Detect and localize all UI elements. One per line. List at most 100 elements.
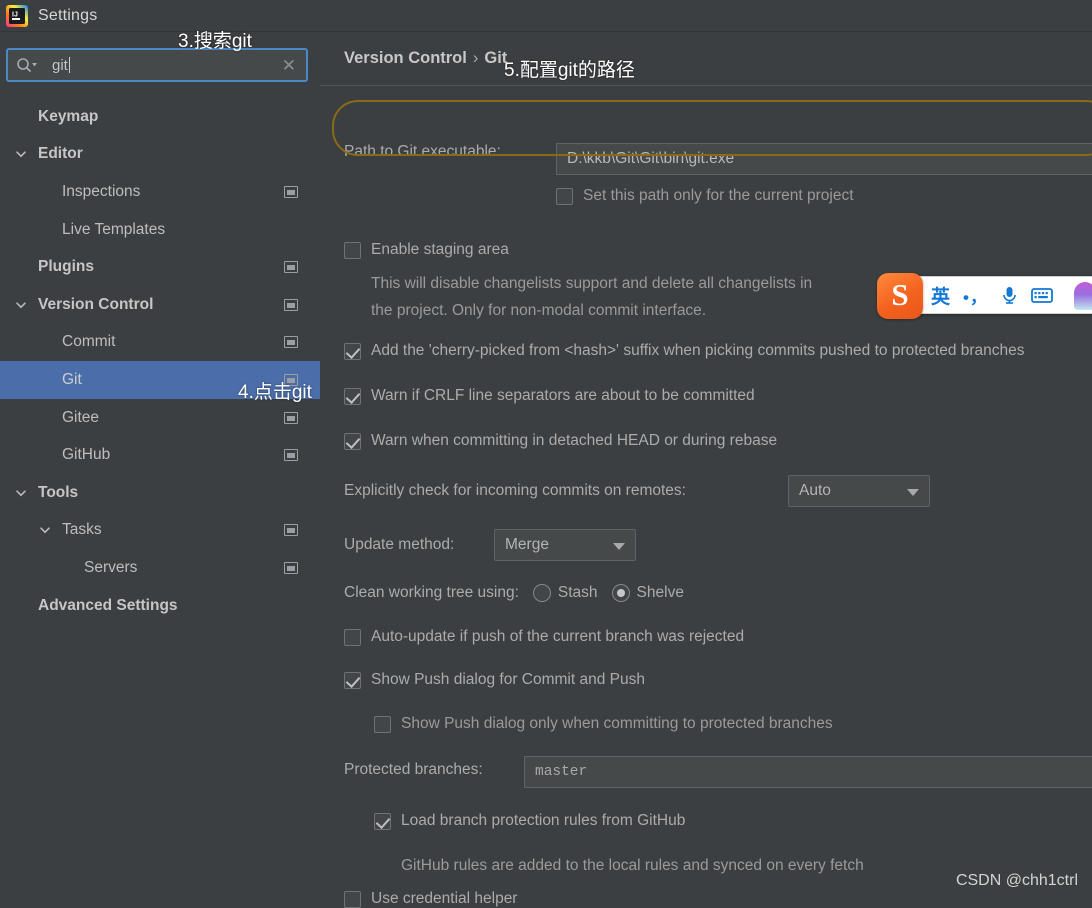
modified-marker-icon [284, 261, 298, 274]
breadcrumb-separator: › [472, 49, 479, 67]
show-push-protected-row[interactable]: Show Push dialog only when committing to… [374, 715, 833, 733]
sidebar-item-label: Version Control [38, 295, 154, 313]
protected-branches-value: master [535, 764, 588, 780]
load-branch-rules-checkbox[interactable] [374, 812, 391, 830]
update-method-dropdown[interactable]: Merge [494, 529, 636, 561]
clear-icon[interactable]: ✕ [282, 57, 300, 74]
enable-staging-area-row[interactable]: Enable staging area [344, 241, 509, 259]
sidebar-item-version-control[interactable]: Version Control [0, 286, 320, 324]
modified-marker-icon [284, 561, 298, 574]
git-path-value: D:\kkb\Git\Git\bin\git.exe [567, 150, 735, 167]
microphone-icon[interactable] [1001, 285, 1018, 305]
warn-crlf-checkbox[interactable] [344, 387, 361, 405]
sidebar-item-plugins[interactable]: Plugins [0, 248, 320, 286]
sidebar-item-label: Keymap [38, 107, 99, 125]
modified-marker-icon [284, 185, 298, 198]
keyboard-icon[interactable] [1031, 287, 1053, 304]
ime-punctuation-toggle[interactable]: •， [963, 283, 988, 308]
svg-text:IJ: IJ [12, 11, 18, 18]
enable-staging-area-label: Enable staging area [371, 241, 509, 258]
sidebar-item-tools[interactable]: Tools [0, 474, 320, 512]
warn-crlf-label: Warn if CRLF line separators are about t… [371, 387, 755, 404]
sogou-logo-icon[interactable]: S [877, 273, 923, 319]
cherry-picked-label: Add the 'cherry-picked from <hash>' suff… [371, 342, 1025, 359]
update-method-value: Merge [505, 536, 549, 553]
cherry-picked-checkbox[interactable] [344, 342, 361, 360]
breadcrumb: Version Control › Git [344, 49, 507, 68]
auto-update-rejected-row[interactable]: Auto-update if push of the current branc… [344, 628, 744, 646]
chevron-down-icon[interactable] [14, 298, 28, 312]
search-input[interactable]: git ✕ [6, 48, 308, 82]
clean-shelve-radio[interactable] [611, 584, 630, 602]
sidebar-item-commit[interactable]: Commit [0, 324, 320, 362]
text-caret [68, 56, 70, 73]
sogou-ime-toolbar[interactable]: S 英 •， [877, 273, 1092, 319]
sidebar-item-label: GitHub [62, 446, 111, 464]
window-title: Settings [38, 6, 98, 24]
set-path-current-project-label: Set this path only for the current proje… [583, 187, 854, 204]
set-path-current-project-row[interactable]: Set this path only for the current proje… [556, 187, 854, 205]
settings-sidebar: git ✕ Keymap Editor Inspections Live Templa… [0, 32, 320, 908]
show-push-dialog-label: Show Push dialog for Commit and Push [371, 671, 645, 688]
show-push-protected-checkbox[interactable] [374, 715, 391, 733]
sidebar-item-label: Inspections [62, 182, 141, 200]
search-icon[interactable] [16, 56, 40, 74]
incoming-commits-label: Explicitly check for incoming commits on… [344, 482, 686, 499]
git-settings-content: Path to Git executable: D:\kkb\Git\Git\b… [320, 87, 1092, 908]
search-field-wrapper: git ✕ [6, 48, 308, 82]
cherry-picked-row[interactable]: Add the 'cherry-picked from <hash>' suff… [344, 342, 1025, 360]
chevron-down-icon[interactable] [14, 147, 28, 161]
ime-items: 英 •， [931, 282, 1092, 310]
intellij-idea-icon: IJ [6, 4, 28, 27]
incoming-commits-row: Explicitly check for incoming commits on… [344, 482, 686, 500]
protected-branches-label: Protected branches: [344, 761, 483, 778]
settings-window: IJ Settings git ✕ Keymap Editor Inspecti… [0, 0, 1092, 908]
clean-working-tree-label: Clean working tree using: [344, 584, 519, 601]
sidebar-item-advanced-settings[interactable]: Advanced Settings [0, 587, 320, 625]
chevron-down-icon[interactable] [14, 486, 28, 500]
show-push-dialog-row[interactable]: Show Push dialog for Commit and Push [344, 671, 645, 689]
sidebar-item-label: Plugins [38, 258, 94, 276]
csdn-watermark: CSDN @chh1ctrl [955, 872, 1078, 889]
sogou-logo-letter: S [891, 277, 909, 312]
sidebar-item-github[interactable]: GitHub [0, 436, 320, 474]
enable-staging-area-checkbox[interactable] [344, 241, 361, 259]
incoming-commits-value: Auto [799, 482, 831, 499]
search-input-value: git [52, 56, 68, 74]
use-credential-helper-row[interactable]: Use credential helper [344, 890, 517, 908]
ime-mode-toggle[interactable]: 英 [931, 282, 950, 309]
sidebar-item-live-templates[interactable]: Live Templates [0, 211, 320, 249]
sidebar-item-keymap[interactable]: Keymap [0, 98, 320, 136]
load-branch-rules-label: Load branch protection rules from GitHub [401, 812, 686, 829]
sidebar-item-inspections[interactable]: Inspections [0, 173, 320, 211]
clean-stash-radio[interactable] [532, 584, 551, 602]
annotation-click-git: 4.点击git [238, 382, 312, 403]
sidebar-item-editor[interactable]: Editor [0, 136, 320, 174]
breadcrumb-root[interactable]: Version Control [344, 49, 467, 67]
staging-hint-line-2: the project. Only for non-modal commit i… [371, 302, 707, 319]
staging-hint-line-1: This will disable changelists support an… [371, 275, 813, 292]
protected-branches-row: Protected branches: [344, 761, 483, 779]
load-branch-rules-row[interactable]: Load branch protection rules from GitHub [374, 812, 685, 830]
modified-marker-icon [284, 336, 298, 349]
show-push-dialog-checkbox[interactable] [344, 671, 361, 689]
sidebar-item-label: Advanced Settings [38, 596, 178, 614]
sidebar-item-tasks[interactable]: Tasks [0, 512, 320, 550]
warn-crlf-row[interactable]: Warn if CRLF line separators are about t… [344, 387, 755, 405]
warn-detached-head-checkbox[interactable] [344, 432, 361, 450]
ime-extra-icon[interactable] [1074, 282, 1092, 310]
git-path-input[interactable]: D:\kkb\Git\Git\bin\git.exe [556, 143, 1092, 175]
sidebar-item-label: Commit [62, 333, 116, 351]
warn-detached-head-row[interactable]: Warn when committing in detached HEAD or… [344, 432, 777, 450]
sidebar-item-label: Tasks [62, 521, 102, 539]
sidebar-item-gitee[interactable]: Gitee [0, 399, 320, 437]
sidebar-item-servers[interactable]: Servers [0, 549, 320, 587]
set-path-current-project-checkbox[interactable] [556, 187, 573, 205]
protected-branches-input[interactable]: master [524, 756, 1092, 788]
auto-update-rejected-checkbox[interactable] [344, 628, 361, 646]
incoming-commits-dropdown[interactable]: Auto [788, 475, 930, 507]
chevron-down-icon[interactable] [38, 523, 52, 537]
modified-marker-icon [284, 411, 298, 424]
annotation-configure-git-path: 5.配置git的路径 [504, 60, 635, 81]
use-credential-helper-checkbox[interactable] [344, 890, 361, 908]
